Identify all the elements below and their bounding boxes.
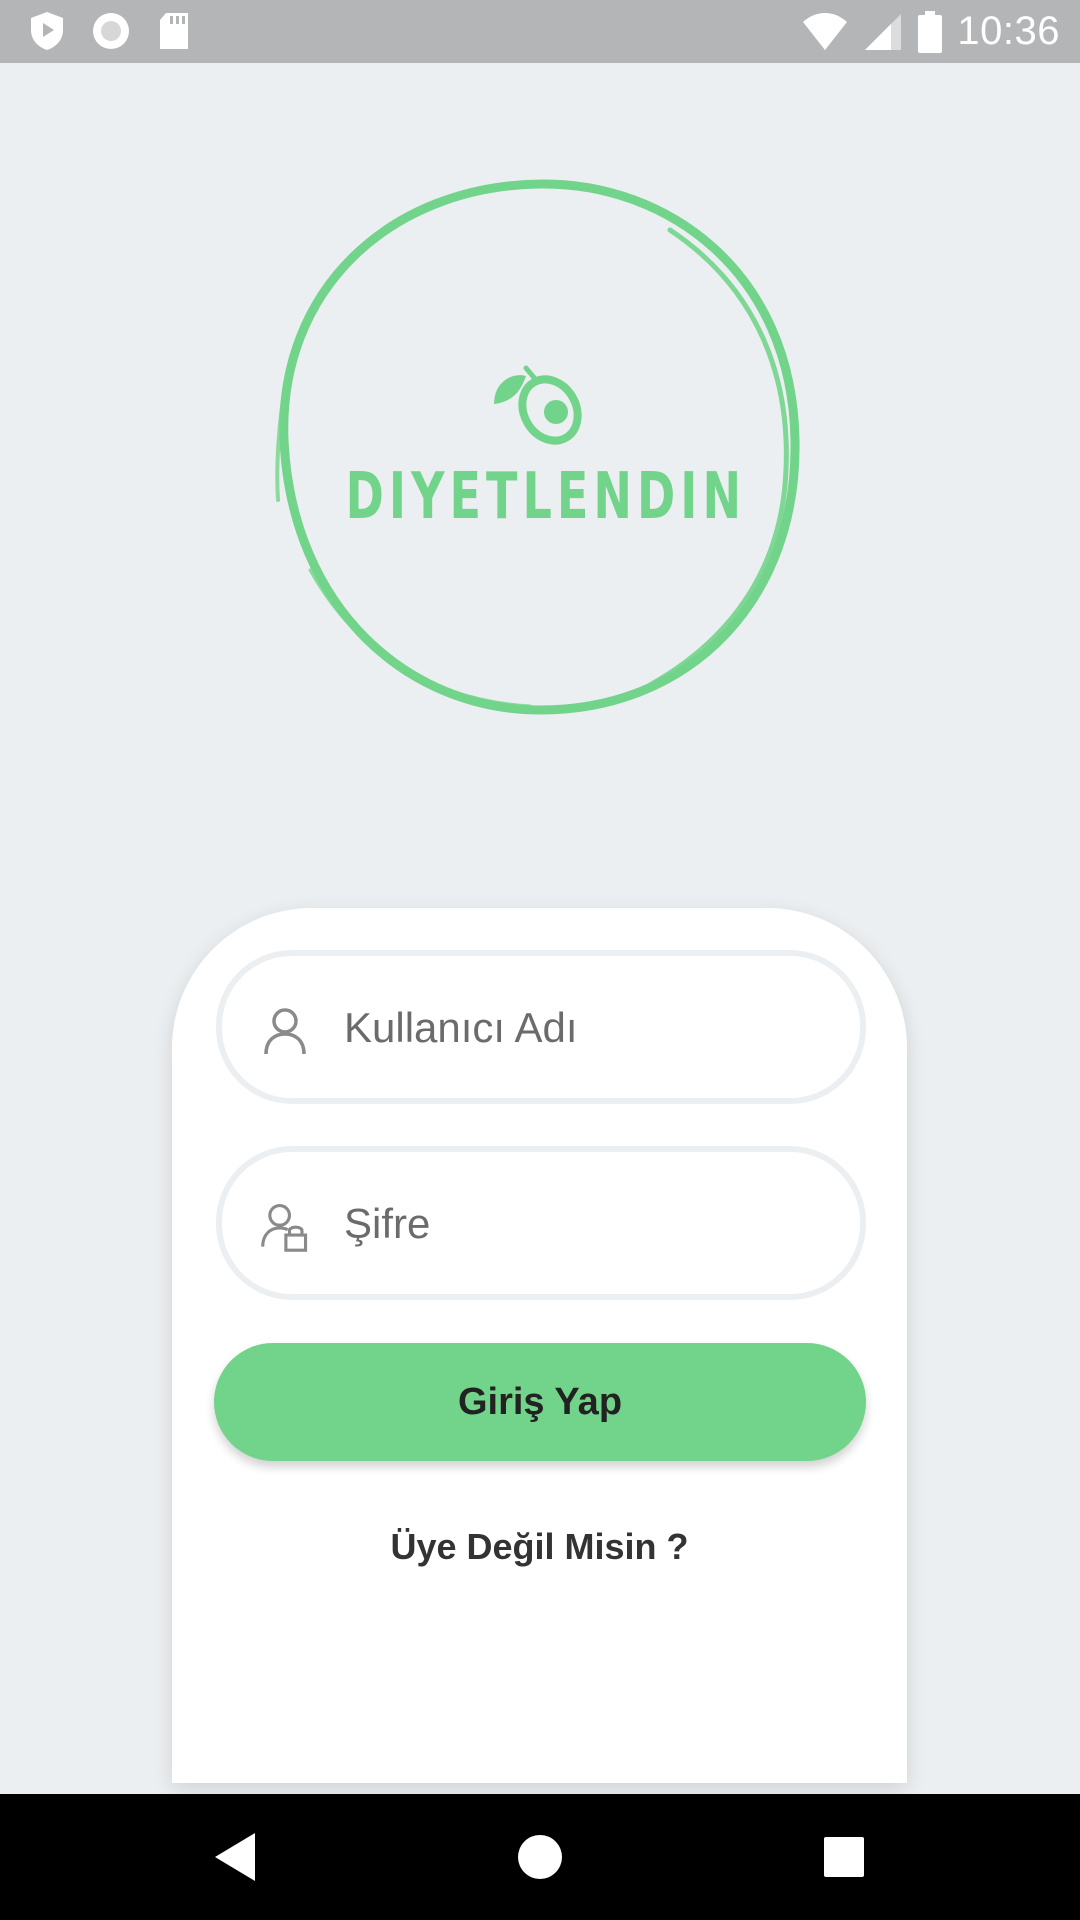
user-icon bbox=[264, 1008, 306, 1055]
shield-play-icon bbox=[31, 12, 63, 50]
signup-link[interactable]: Üye Değil Misin ? bbox=[172, 1526, 907, 1568]
home-icon[interactable] bbox=[510, 1827, 570, 1887]
username-input[interactable] bbox=[342, 956, 826, 1100]
brand-name: DIYETLENDIN bbox=[345, 460, 747, 534]
recents-icon[interactable] bbox=[814, 1827, 874, 1887]
status-bar: 10:36 bbox=[0, 0, 1080, 63]
back-icon[interactable] bbox=[205, 1827, 265, 1887]
brand-logo: DIYETLENDIN bbox=[270, 170, 810, 720]
sd-card-icon bbox=[160, 13, 188, 49]
login-card: Giriş Yap Üye Değil Misin ? bbox=[172, 908, 907, 1783]
wifi-icon bbox=[803, 12, 848, 50]
password-input[interactable] bbox=[342, 1152, 826, 1296]
battery-icon bbox=[918, 10, 943, 53]
cellular-signal-icon bbox=[865, 13, 902, 50]
status-time: 10:36 bbox=[957, 9, 1060, 53]
username-field[interactable] bbox=[216, 950, 866, 1104]
record-icon bbox=[93, 13, 129, 49]
navigation-bar bbox=[0, 1794, 1080, 1920]
avocado-icon bbox=[494, 365, 582, 445]
user-lock-icon bbox=[261, 1204, 308, 1252]
status-right-group: 10:36 bbox=[801, 0, 1060, 63]
password-field[interactable] bbox=[216, 1146, 866, 1300]
login-button[interactable]: Giriş Yap bbox=[214, 1343, 866, 1461]
